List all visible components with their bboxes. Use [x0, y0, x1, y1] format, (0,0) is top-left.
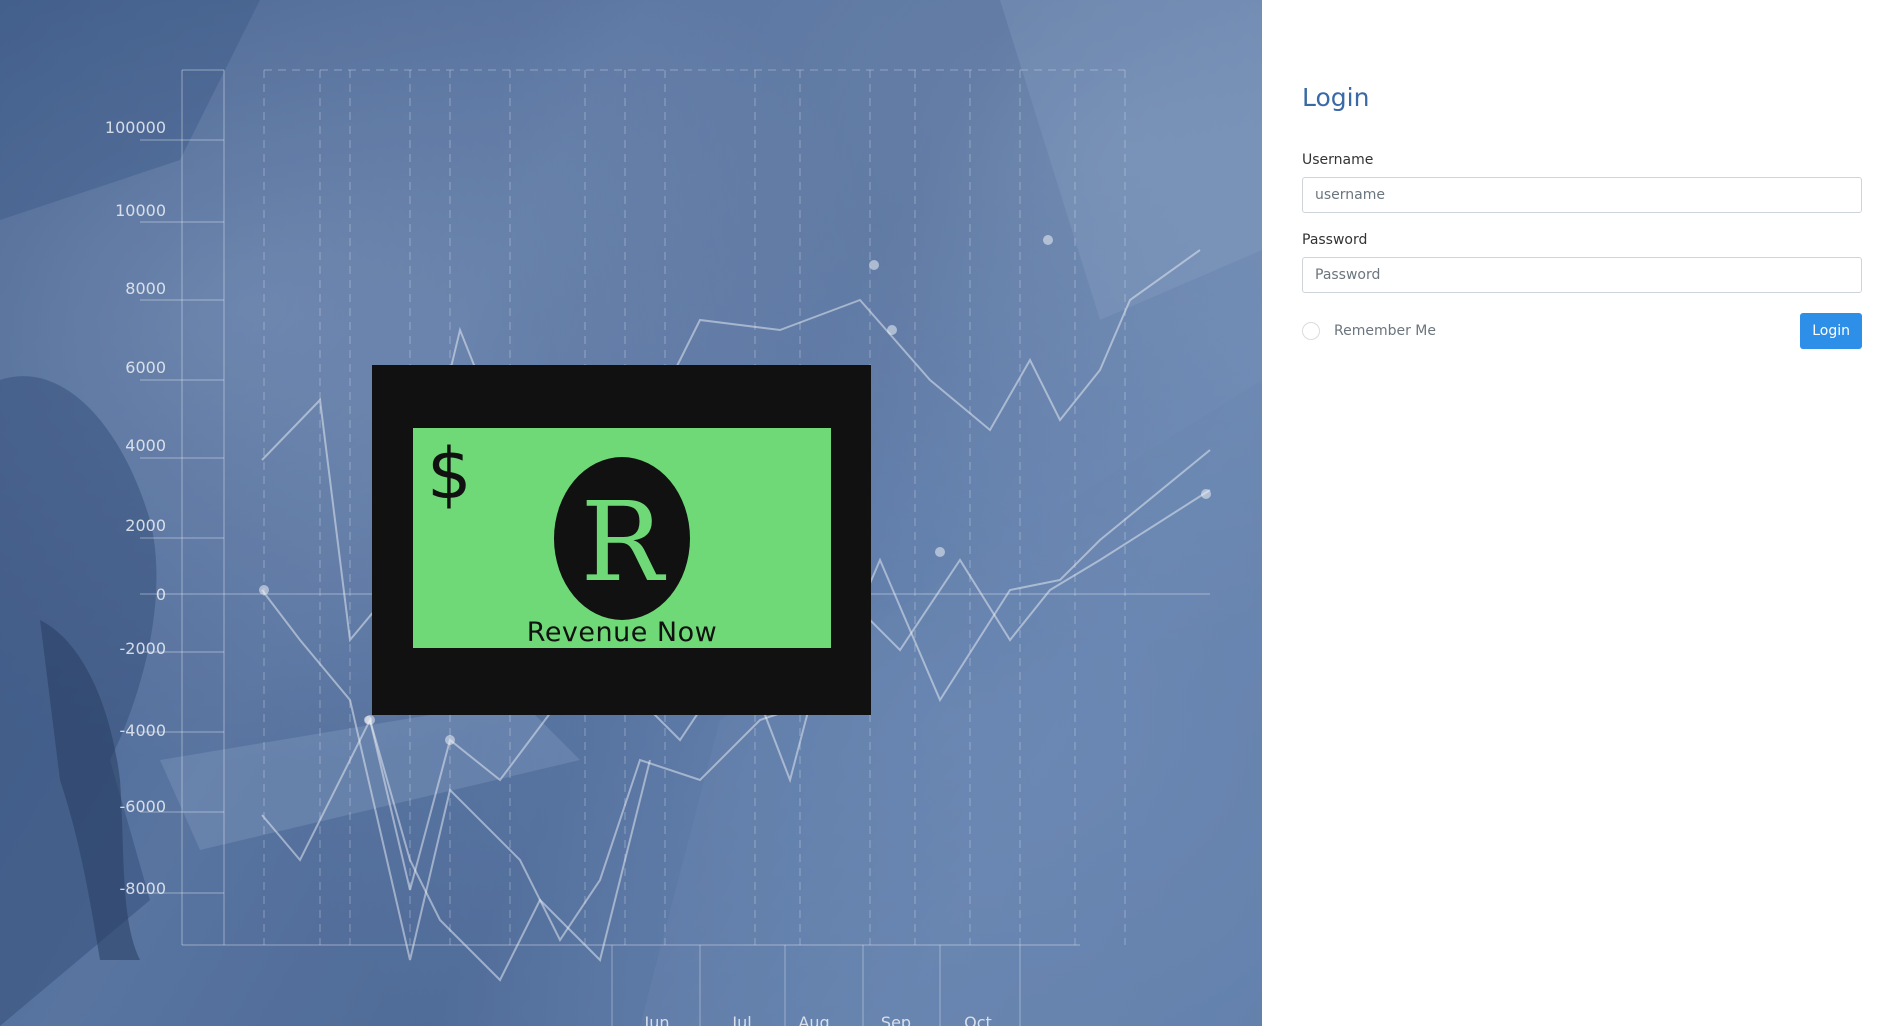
brand-logo: $ R Revenue Now: [372, 365, 871, 715]
password-input[interactable]: [1302, 257, 1862, 293]
login-panel: Login Username Password Remember Me Logi…: [1262, 0, 1902, 1026]
logo-letter: R: [580, 477, 664, 606]
logo-emblem: R: [554, 457, 690, 620]
brand-name: Revenue Now: [526, 617, 718, 648]
form-footer: Remember Me Login: [1302, 313, 1862, 349]
remember-me-toggle[interactable]: Remember Me: [1302, 322, 1436, 340]
dollar-sign-icon: $: [427, 433, 472, 515]
login-title: Login: [1302, 83, 1370, 112]
password-label: Password: [1302, 232, 1368, 248]
remember-me-label: Remember Me: [1334, 323, 1436, 339]
login-button[interactable]: Login: [1800, 313, 1862, 349]
login-page: 100000 10000 8000 6000 4000 2000 0 -2000…: [0, 0, 1902, 1026]
login-form: Login Username Password Remember Me Logi…: [1302, 82, 1862, 349]
remember-me-checkbox[interactable]: [1302, 322, 1320, 340]
username-label: Username: [1302, 152, 1374, 168]
logo-banner: $ R Revenue Now: [413, 428, 831, 648]
hero-panel: 100000 10000 8000 6000 4000 2000 0 -2000…: [0, 0, 1262, 1026]
username-input[interactable]: [1302, 177, 1862, 213]
